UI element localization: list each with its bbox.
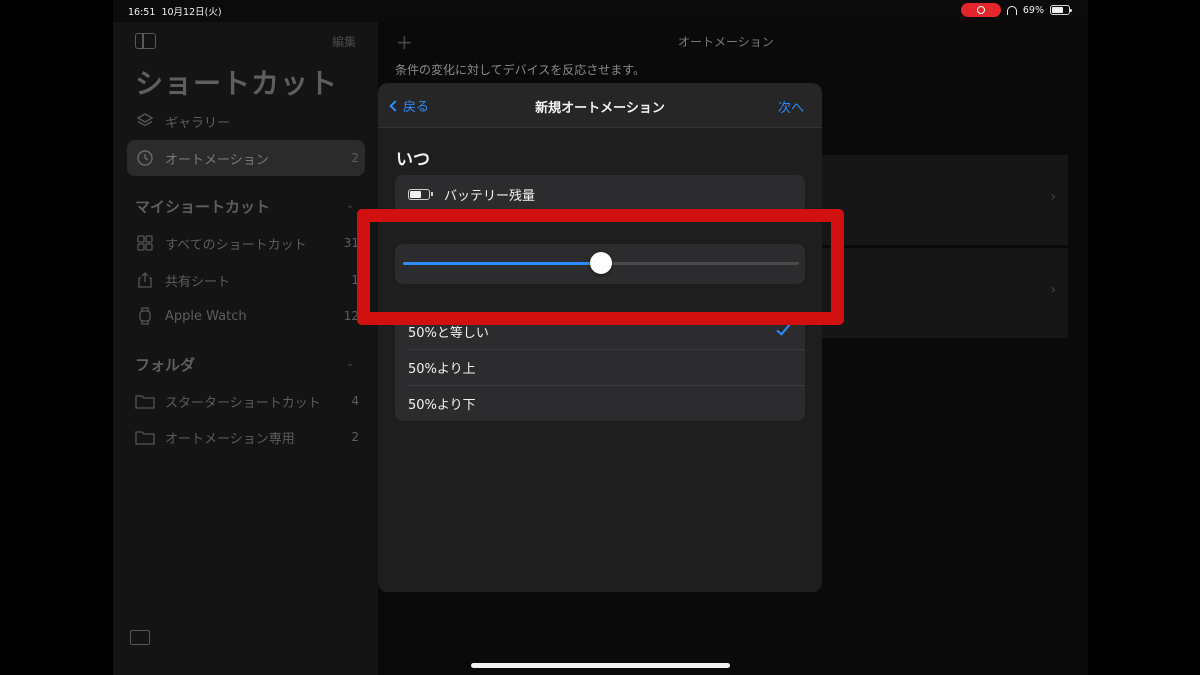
sidebar-item-label: オートメーション専用 bbox=[165, 431, 295, 447]
sidebar-toggle-icon[interactable] bbox=[135, 33, 156, 49]
record-icon bbox=[976, 6, 985, 14]
sidebar-item-label: スターターショートカット bbox=[165, 395, 321, 411]
headphones-icon bbox=[1006, 5, 1017, 15]
folder-icon bbox=[135, 427, 155, 447]
sidebar: 編集 ショートカット ギャラリー オートメーション 2 マイショートカット ⌄ … bbox=[113, 22, 378, 675]
sheet-header: 戻る 新規オートメーション 次へ bbox=[378, 83, 822, 128]
main-description: 条件の変化に対してデバイスを反応させます。 bbox=[395, 63, 646, 77]
chevron-down-icon[interactable]: ⌄ bbox=[346, 358, 354, 369]
sidebar-item-label: すべてのショートカット bbox=[165, 237, 307, 253]
sidebar-item-folder-starter[interactable]: スターターショートカット 4 bbox=[127, 383, 365, 419]
sidebar-item-label: ギャラリー bbox=[165, 115, 231, 131]
status-date: 10月12日(火) bbox=[161, 7, 222, 18]
sidebar-title: ショートカット bbox=[135, 67, 339, 100]
sheet-title: 新規オートメーション bbox=[535, 101, 665, 116]
home-indicator[interactable] bbox=[471, 663, 730, 668]
section-header-my-shortcuts[interactable]: マイショートカット bbox=[135, 196, 270, 217]
folder-icon bbox=[135, 391, 155, 411]
sidebar-item-count: 4 bbox=[351, 394, 359, 408]
sidebar-item-label: 共有シート bbox=[165, 274, 231, 290]
layers-icon bbox=[135, 111, 155, 131]
watch-icon bbox=[135, 306, 155, 326]
when-heading: いつ bbox=[396, 150, 430, 170]
condition-options: 50%と等しい 50%より上 50%より下 bbox=[395, 313, 805, 421]
option-above[interactable]: 50%より上 bbox=[395, 349, 805, 385]
new-automation-sheet: 戻る 新規オートメーション 次へ いつ バッテリー残量 50%と等しい 50%よ… bbox=[378, 83, 822, 592]
option-label: 50%より上 bbox=[408, 361, 476, 377]
clock-icon bbox=[135, 148, 155, 168]
highlight-annotation bbox=[357, 209, 844, 325]
trigger-card: バッテリー残量 bbox=[395, 175, 805, 213]
battery-percent: 69% bbox=[1022, 4, 1044, 16]
sidebar-item-count: 2 bbox=[351, 151, 359, 165]
screen-recording-indicator[interactable] bbox=[960, 3, 1001, 17]
main-title: オートメーション bbox=[678, 35, 774, 49]
sidebar-item-apple-watch[interactable]: Apple Watch 12 bbox=[127, 298, 365, 334]
chevron-down-icon[interactable]: ⌄ bbox=[346, 200, 354, 211]
battery-icon bbox=[408, 188, 433, 200]
battery-status-icon bbox=[1050, 5, 1072, 15]
option-below[interactable]: 50%より下 bbox=[395, 385, 805, 421]
status-right: 69% bbox=[960, 3, 1072, 17]
chevron-right-icon: › bbox=[1050, 189, 1056, 205]
sidebar-item-count: 2 bbox=[351, 430, 359, 444]
section-header-folders[interactable]: フォルダ bbox=[135, 354, 195, 375]
sidebar-item-share-sheet[interactable]: 共有シート 1 bbox=[127, 262, 365, 298]
next-button[interactable]: 次へ bbox=[778, 97, 804, 116]
plus-icon[interactable]: + bbox=[396, 30, 413, 54]
sidebar-item-label: オートメーション bbox=[165, 152, 269, 168]
sidebar-item-folder-automation[interactable]: オートメーション専用 2 bbox=[127, 419, 365, 455]
grid-icon bbox=[135, 233, 155, 253]
new-folder-icon[interactable] bbox=[130, 630, 150, 645]
status-time: 16:51 10月12日(火) bbox=[128, 7, 222, 18]
share-icon bbox=[135, 270, 155, 290]
status-bar: 16:51 10月12日(火) 69% bbox=[113, 0, 1088, 22]
sidebar-item-label: Apple Watch bbox=[165, 308, 247, 324]
trigger-label: バッテリー残量 bbox=[444, 188, 536, 204]
sidebar-item-gallery[interactable]: ギャラリー bbox=[127, 103, 365, 139]
option-label: 50%より下 bbox=[408, 397, 476, 413]
sidebar-item-all-shortcuts[interactable]: すべてのショートカット 31 bbox=[127, 225, 365, 261]
sidebar-item-automation[interactable]: オートメーション 2 bbox=[127, 140, 365, 176]
edit-button[interactable]: 編集 bbox=[332, 33, 356, 50]
chevron-right-icon: › bbox=[1050, 282, 1056, 298]
